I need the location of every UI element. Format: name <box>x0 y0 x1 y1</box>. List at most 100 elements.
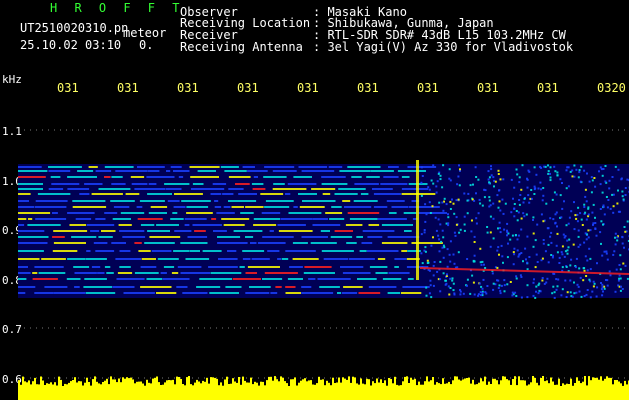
noise-speck <box>578 290 581 293</box>
noise-speck <box>509 281 512 283</box>
noise-speck <box>612 253 615 256</box>
signal-streak <box>358 292 381 294</box>
noise-speck <box>502 212 505 215</box>
signal-streak <box>245 272 257 274</box>
noise-speck <box>439 278 442 281</box>
noise-speck <box>438 250 441 253</box>
signal-streak <box>267 250 280 252</box>
level-bar <box>234 381 236 400</box>
noise-speck <box>621 195 624 198</box>
level-bar <box>404 376 406 400</box>
signal-streak <box>277 224 306 226</box>
level-bar <box>524 380 526 400</box>
level-bar <box>574 383 576 400</box>
noise-speck <box>469 292 472 295</box>
noise-speck <box>602 290 604 293</box>
noise-speck <box>463 223 466 226</box>
noise-speck <box>579 180 582 183</box>
noise-speck <box>605 196 608 198</box>
noise-speck <box>522 260 524 263</box>
level-bar <box>462 379 464 400</box>
signal-streak <box>95 250 115 252</box>
signal-streak <box>115 170 148 172</box>
noise-speck <box>588 247 591 250</box>
noise-speck <box>532 219 534 221</box>
noise-speck <box>518 253 521 256</box>
noise-speck <box>608 187 611 190</box>
noise-speck <box>604 165 607 167</box>
noise-speck <box>499 209 502 212</box>
noise-speck <box>483 263 485 266</box>
noise-speck <box>448 253 451 256</box>
noise-speck <box>547 172 550 175</box>
level-bar <box>620 383 622 400</box>
noise-speck <box>452 289 455 292</box>
noise-speck <box>504 202 507 205</box>
noise-speck <box>566 249 569 252</box>
noise-speck <box>545 202 548 205</box>
noise-speck <box>556 171 559 174</box>
signal-streak <box>340 266 364 268</box>
noise-speck <box>555 244 558 247</box>
noise-speck <box>420 181 423 184</box>
noise-speck <box>448 177 451 180</box>
level-bar <box>218 385 220 400</box>
signal-streak <box>223 224 245 226</box>
signal-streak <box>264 166 295 168</box>
level-bar <box>166 380 168 400</box>
noise-speck <box>451 279 454 282</box>
level-bar <box>74 377 76 400</box>
noise-speck <box>556 225 558 228</box>
level-bar <box>622 385 624 400</box>
noise-speck <box>517 211 520 214</box>
level-bar <box>172 379 174 400</box>
noise-speck <box>606 206 609 209</box>
noise-speck <box>614 243 617 246</box>
signal-streak <box>281 258 289 260</box>
level-bar <box>122 377 124 400</box>
noise-speck <box>550 254 553 256</box>
signal-streak <box>85 258 107 260</box>
level-bar <box>310 380 312 400</box>
signal-streak <box>233 230 263 232</box>
noise-speck <box>575 217 578 220</box>
noise-speck <box>619 289 622 292</box>
noise-speck <box>587 207 590 210</box>
noise-speck <box>492 237 495 240</box>
noise-speck <box>453 212 456 215</box>
level-bar <box>156 376 158 400</box>
signal-streak <box>293 206 298 208</box>
noise-speck <box>441 246 444 249</box>
signal-streak <box>298 193 317 195</box>
level-bar <box>498 384 500 400</box>
level-bar <box>112 379 114 400</box>
signal-streak <box>18 266 28 268</box>
noise-speck <box>547 227 550 230</box>
noise-speck <box>538 282 541 285</box>
level-bar <box>186 377 188 400</box>
noise-speck <box>447 222 450 225</box>
level-bar <box>52 384 54 400</box>
signal-streak <box>250 242 257 244</box>
level-bar <box>480 378 482 400</box>
noise-speck <box>441 201 444 204</box>
noise-speck <box>513 247 516 250</box>
signal-streak <box>210 272 242 274</box>
signal-streak <box>293 176 312 178</box>
noise-speck <box>570 258 573 261</box>
signal-streak <box>401 292 422 294</box>
signal-streak <box>18 272 31 274</box>
noise-speck <box>577 229 580 232</box>
noise-speck <box>466 278 469 281</box>
noise-speck <box>583 267 586 270</box>
signal-streak <box>232 278 261 280</box>
level-bar <box>570 378 572 400</box>
noise-speck <box>537 292 540 295</box>
noise-speck <box>530 197 533 200</box>
noise-speck <box>584 195 587 198</box>
level-bar <box>140 381 142 400</box>
noise-speck <box>611 193 614 196</box>
noise-speck <box>510 178 513 181</box>
noise-speck <box>446 273 448 276</box>
noise-speck <box>527 194 530 197</box>
